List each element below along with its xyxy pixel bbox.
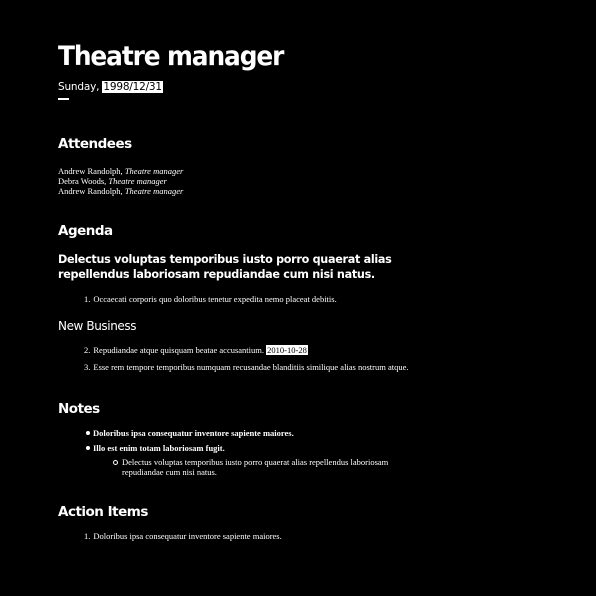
item-number: 1. [84,294,91,304]
attendee-name: Debra Woods, [58,176,107,186]
item-text: Occaecati corporis quo doloribus tenetur… [93,294,337,304]
meeting-day: Sunday, [58,81,100,93]
list-item: Doloribus ipsa consequatur inventore sap… [58,428,596,439]
notes-heading: Notes [58,401,100,417]
new-business-list: 2. Repudiandae atque quisquam beatae accu… [58,345,596,373]
attendee: Andrew Randolph, Theatre manager [58,166,596,176]
item-number: 2. [84,345,91,355]
attendees-heading: Attendees [58,136,132,152]
attendee-role: Theatre manager [108,176,167,186]
list-item: 1. Doloribus ipsa consequatur inventore s… [58,531,596,542]
attendee-role: Theatre manager [124,186,184,196]
attendee-name: Andrew Randolph, [58,166,123,176]
item-text: Repudiandae atque quisquam beatae accusa… [93,345,265,355]
item-text: Illo est enim totam laboriosam fugit. [93,443,225,453]
list-item: Illo est enim totam laboriosam fugit. [58,443,596,454]
attendee-name: Andrew Randolph, [58,186,123,196]
sub-item-text: Delectus voluptas temporibus iusto porro… [122,457,389,477]
attendee: Andrew Randolph, Theatre manager [58,186,596,196]
list-item: 1. Occaecati corporis quo doloribus tenet… [58,294,596,305]
attendees-list: Andrew Randolph, Theatre manager Debra W… [58,166,596,196]
item-text: Doloribus ipsa consequatur inventore sap… [93,428,294,438]
meeting-dateline: Sunday, 1998/12/31 [58,80,596,94]
agenda-lead-text: Delectus voluptas temporibus iusto porro… [58,253,392,281]
action-items-heading: Action Items [58,504,148,520]
agenda-heading: Agenda [58,223,113,239]
action-items-list: 1. Doloribus ipsa consequatur inventore s… [58,531,596,542]
title-divider [58,98,69,100]
new-business-heading: New Business [58,319,137,333]
bullet-icon [86,431,90,435]
list-item: 3. Esse rem tempore temporibus numquam re… [58,362,596,373]
meeting-date[interactable]: 1998/12/31 [102,81,163,93]
item-date[interactable]: 2010-10-28 [266,345,308,355]
attendee-role: Theatre manager [124,166,184,176]
item-number: 1. [84,531,91,541]
item-text: Esse rem tempore temporibus numquam recu… [93,362,409,372]
circle-bullet-icon [113,460,118,465]
sub-list-item: Delectus voluptas temporibus iusto porro… [58,457,393,477]
item-number: 3. [84,362,91,372]
meeting-notes-page: Theatre manager Sunday, 1998/12/31 Atten… [0,0,596,596]
notes-list: Doloribus ipsa consequatur inventore sap… [58,428,596,454]
item-text: Doloribus ipsa consequatur inventore sap… [93,531,282,541]
agenda-list: 1. Occaecati corporis quo doloribus tenet… [58,294,596,305]
attendee: Debra Woods, Theatre manager [58,176,596,186]
page-title: Theatre manager [58,41,284,72]
list-item: 2. Repudiandae atque quisquam beatae accu… [58,345,596,356]
bullet-icon [86,446,90,450]
